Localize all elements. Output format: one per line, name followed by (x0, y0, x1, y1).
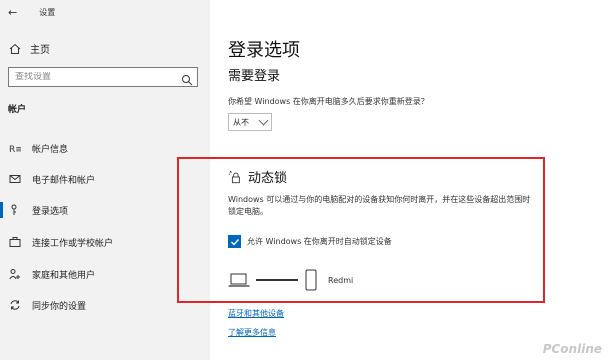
sidebar-item-work-school[interactable]: 连接工作或学校帐户 (8, 231, 113, 253)
people-icon (8, 267, 22, 281)
sidebar-item-account-info[interactable]: R≡ 帐户信息 (8, 137, 68, 159)
person-card-icon: R≡ (8, 141, 22, 155)
bluetooth-devices-link[interactable]: 蓝牙和其他设备 (228, 308, 284, 319)
sidebar-item-family[interactable]: 家庭和其他用户 (8, 263, 95, 285)
home-label: 主页 (30, 45, 50, 56)
dynamic-lock-heading-row: 动态锁 (228, 167, 287, 186)
sidebar-item-label: 连接工作或学校帐户 (32, 238, 114, 249)
dynamic-lock-icon (228, 170, 242, 184)
dynamic-lock-description: Windows 可以通过与你的电脑配对的设备获知你何时离开，并在这些设备超出范围… (228, 195, 531, 216)
back-arrow-icon[interactable]: ← (8, 7, 17, 18)
mail-icon (8, 172, 22, 186)
require-signin-dropdown[interactable]: 从不 (228, 113, 272, 131)
laptop-icon (228, 271, 250, 289)
sidebar-item-sign-in-options[interactable]: 登录选项 (0, 199, 69, 221)
sidebar-item-label: 家庭和其他用户 (32, 270, 96, 281)
phone-icon (304, 268, 318, 292)
sidebar-item-label: 登录选项 (32, 206, 69, 217)
require-signin-heading: 需要登录 (228, 69, 281, 84)
sidebar-item-label: 帐户信息 (32, 144, 69, 155)
search-icon[interactable] (181, 71, 193, 90)
watermark-logo: PConline (542, 342, 602, 356)
key-icon (8, 203, 22, 217)
require-signin-question: 你希望 Windows 在你离开电脑多久后要求你重新登录？ (228, 97, 429, 106)
paired-device-name: Redmi (328, 275, 354, 285)
checkbox-label: 允许 Windows 在你离开时自动锁定设备 (247, 237, 392, 246)
dynamic-lock-heading: 动态锁 (248, 171, 288, 186)
svg-text:R≡: R≡ (9, 145, 21, 154)
chevron-down-icon (258, 115, 269, 126)
title-bar: ← 设置 (8, 5, 55, 19)
page-title: 登录选项 (228, 40, 300, 61)
sidebar-item-label: 同步你的设置 (32, 301, 87, 312)
connection-line (256, 279, 298, 281)
learn-more-link[interactable]: 了解更多信息 (228, 327, 276, 338)
sync-icon (8, 298, 22, 312)
dropdown-value: 从不 (233, 117, 249, 127)
search-box[interactable] (8, 67, 198, 87)
sidebar-item-home[interactable]: 主页 (8, 41, 50, 56)
briefcase-icon (8, 235, 22, 249)
checkbox-checked[interactable] (228, 235, 241, 248)
section-label-accounts: 帐户 (8, 105, 27, 115)
window-title: 设置 (39, 7, 56, 17)
home-icon (8, 42, 22, 56)
search-input[interactable] (9, 72, 175, 82)
sidebar-item-sync[interactable]: 同步你的设置 (8, 294, 86, 316)
sidebar-item-label: 电子邮件和帐户 (32, 175, 96, 186)
paired-device-row: Redmi (228, 268, 353, 292)
dynamic-lock-checkbox-row[interactable]: 允许 Windows 在你离开时自动锁定设备 (228, 235, 392, 248)
sidebar-item-email[interactable]: 电子邮件和帐户 (8, 168, 95, 190)
